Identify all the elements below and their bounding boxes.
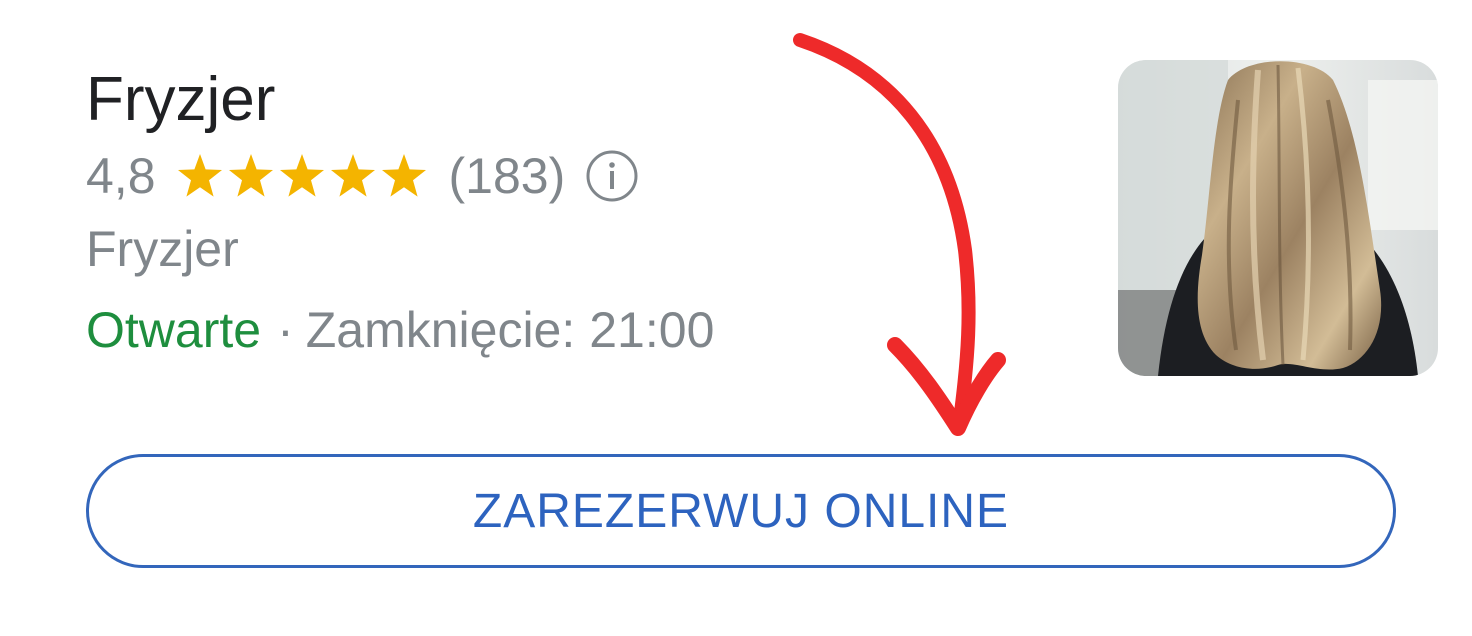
info-icon[interactable] (585, 149, 639, 203)
book-online-button[interactable]: ZAREZERWUJ ONLINE (86, 454, 1396, 568)
separator-dot: · (277, 302, 294, 358)
book-online-label: ZAREZERWUJ ONLINE (472, 484, 1010, 538)
star-rating (176, 153, 431, 199)
star-icon (176, 153, 224, 199)
category-label: Fryzjer (86, 221, 239, 277)
star-icon (329, 153, 377, 199)
rating-row: 4,8 (183) (86, 144, 639, 208)
open-status: Otwarte (86, 302, 262, 358)
star-icon (278, 153, 326, 199)
place-title[interactable]: Fryzjer (86, 64, 275, 136)
star-icon (380, 153, 428, 199)
place-card: Fryzjer 4,8 (183) Fryzjer Otwarte · Zamk… (0, 0, 1472, 636)
review-count[interactable]: (183) (449, 144, 566, 208)
star-icon (227, 153, 275, 199)
opening-hours[interactable]: Otwarte · Zamknięcie: 21:00 (86, 298, 714, 362)
hair-salon-photo[interactable] (1118, 60, 1438, 376)
red-arrow-annotation (780, 20, 1020, 450)
rating-value: 4,8 (86, 148, 156, 204)
closing-time: 21:00 (589, 302, 715, 358)
closing-label: Zamknięcie: (305, 302, 576, 358)
